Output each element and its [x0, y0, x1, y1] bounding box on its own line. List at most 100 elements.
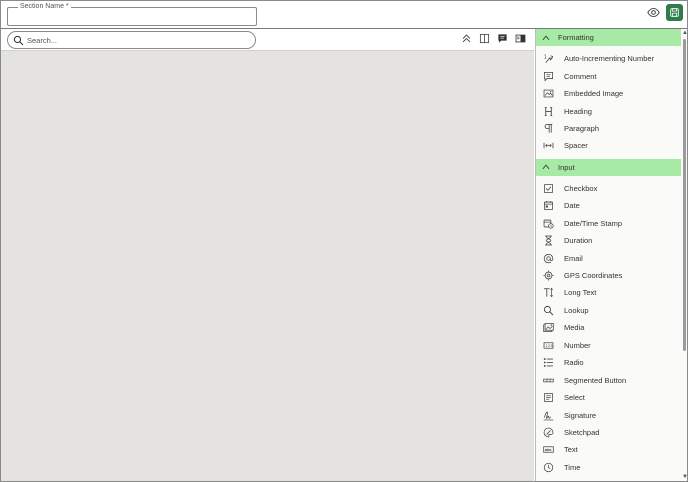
- palette-scrollbar[interactable]: ▲ ▼: [681, 29, 687, 481]
- item-label: Sketchpad: [564, 427, 600, 437]
- palette-item-duration[interactable]: Duration: [536, 232, 687, 249]
- category-formatting-header[interactable]: Formatting: [536, 29, 682, 46]
- search-icon: [13, 35, 24, 46]
- palette-item-paragraph[interactable]: Paragraph: [536, 120, 687, 137]
- palette-item-embedded-image[interactable]: Embedded Image: [536, 85, 687, 102]
- palette-item-heading[interactable]: Heading: [536, 102, 687, 119]
- palette-item-gps-coordinates[interactable]: GPS Coordinates: [536, 267, 687, 284]
- item-label: Select: [564, 393, 585, 403]
- formatting-items: 1 Auto-Incrementing Number Comment Embed…: [536, 46, 687, 159]
- comment-icon: [543, 71, 554, 82]
- form-canvas[interactable]: [1, 51, 534, 481]
- palette-item-radio[interactable]: Radio: [536, 354, 687, 371]
- gps-icon: [543, 270, 554, 281]
- item-label: Paragraph: [564, 123, 600, 133]
- clock-icon: [543, 462, 554, 473]
- item-label: Heading: [564, 106, 592, 116]
- palette-item-auto-incrementing-number[interactable]: 1 Auto-Incrementing Number: [536, 50, 687, 67]
- palette-item-time[interactable]: Time: [536, 459, 687, 476]
- palette-item-checkbox[interactable]: Checkbox: [536, 180, 687, 197]
- save-button[interactable]: [666, 4, 683, 21]
- palette-item-date-time-stamp[interactable]: Date/Time Stamp: [536, 215, 687, 232]
- palette-item-text[interactable]: abc Text: [536, 441, 687, 458]
- item-label: Text: [564, 445, 578, 455]
- paragraph-icon: [543, 123, 554, 134]
- hourglass-icon: [543, 235, 554, 246]
- lookup-icon: [543, 305, 554, 316]
- search-input[interactable]: [27, 35, 247, 45]
- columns-icon[interactable]: [479, 33, 490, 44]
- media-icon: [543, 322, 554, 333]
- palette-item-signature[interactable]: Signature: [536, 406, 687, 423]
- item-label: Embedded Image: [564, 89, 624, 99]
- select-icon: [543, 392, 554, 403]
- component-palette: Formatting 1 Auto-Incrementing Number Co…: [535, 29, 687, 481]
- palette-item-lookup[interactable]: Lookup: [536, 302, 687, 319]
- header-bar: Section Name *: [1, 1, 687, 29]
- item-label: Email: [564, 253, 583, 263]
- collapse-all-icon[interactable]: [461, 33, 472, 44]
- item-label: Long Text: [564, 288, 597, 298]
- item-label: Media: [564, 323, 585, 333]
- palette-item-spacer[interactable]: Spacer: [536, 137, 687, 154]
- item-label: Duration: [564, 236, 593, 246]
- image-icon: [543, 88, 554, 99]
- palette-item-email[interactable]: Email: [536, 249, 687, 266]
- palette-item-long-text[interactable]: Long Text: [536, 284, 687, 301]
- svg-text:123: 123: [545, 343, 553, 348]
- item-label: Comment: [564, 71, 597, 81]
- sketchpad-icon: [543, 427, 554, 438]
- search-field[interactable]: [7, 31, 256, 49]
- comment-bubble-icon[interactable]: [497, 33, 508, 44]
- number-icon: 123: [543, 340, 554, 351]
- spacer-icon: [543, 140, 554, 151]
- input-items: Checkbox Date Date/Time Stamp Duration E…: [536, 176, 687, 480]
- section-name-field[interactable]: Section Name *: [7, 3, 257, 26]
- svg-text:1: 1: [544, 55, 547, 61]
- datetime-icon: [543, 218, 554, 229]
- item-label: Date/Time Stamp: [564, 218, 623, 228]
- item-label: GPS Coordinates: [564, 271, 623, 281]
- item-label: Segmented Button: [564, 375, 627, 385]
- search-toolbar: [1, 29, 534, 51]
- heading-icon: [543, 106, 554, 117]
- palette-item-select[interactable]: Select: [536, 389, 687, 406]
- category-formatting-label: Formatting: [558, 33, 594, 42]
- radio-list-icon: [543, 357, 554, 368]
- long-text-icon: [543, 287, 554, 298]
- palette-item-sketchpad[interactable]: Sketchpad: [536, 424, 687, 441]
- checkbox-icon: [543, 183, 554, 194]
- split-view-icon[interactable]: [515, 33, 526, 44]
- item-label: Spacer: [564, 141, 588, 151]
- palette-item-date[interactable]: Date: [536, 197, 687, 214]
- at-icon: [543, 253, 554, 264]
- scroll-down-arrow-icon[interactable]: ▼: [682, 474, 687, 480]
- form-builder-window: Section Name * Search... Formatting 1 Au…: [0, 0, 688, 482]
- segmented-button-icon: [543, 375, 554, 386]
- auto-number-icon: 1: [543, 53, 554, 64]
- chevron-up-icon: [538, 162, 554, 172]
- item-label: Radio: [564, 358, 584, 368]
- palette-item-number[interactable]: 123 Number: [536, 337, 687, 354]
- scroll-thumb[interactable]: [683, 39, 686, 351]
- preview-button[interactable]: [646, 6, 660, 20]
- text-field-icon: abc: [543, 444, 554, 455]
- palette-item-comment[interactable]: Comment: [536, 67, 687, 84]
- category-input-label: Input: [558, 162, 575, 172]
- item-label: Lookup: [564, 305, 589, 315]
- signature-icon: [543, 410, 554, 421]
- item-label: Auto-Incrementing Number: [564, 54, 655, 64]
- item-label: Checkbox: [564, 183, 598, 193]
- palette-item-media[interactable]: Media: [536, 319, 687, 336]
- item-label: Time: [564, 462, 581, 472]
- date-icon: [543, 200, 554, 211]
- section-name-label: Section Name *: [18, 3, 71, 11]
- item-label: Signature: [564, 410, 597, 420]
- chevron-up-icon: [538, 33, 554, 43]
- category-input-header[interactable]: Input: [536, 158, 682, 176]
- svg-text:abc: abc: [545, 448, 552, 452]
- eye-icon: [646, 7, 660, 18]
- scroll-up-arrow-icon[interactable]: ▲: [682, 30, 687, 36]
- save-icon: [670, 8, 679, 17]
- palette-item-segmented-button[interactable]: Segmented Button: [536, 371, 687, 388]
